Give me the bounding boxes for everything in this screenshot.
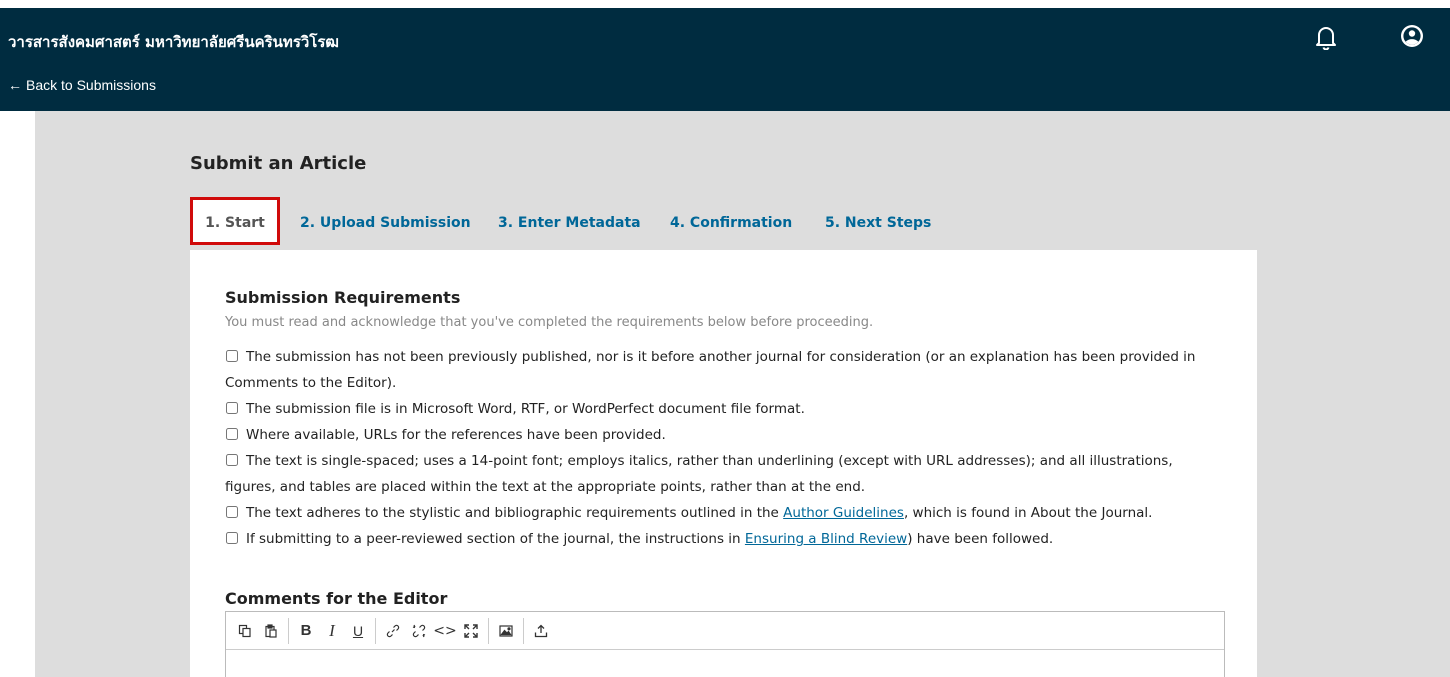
requirement-text: The text is single-spaced; uses a 14-poi… [225, 453, 1173, 495]
fullscreen-icon[interactable] [458, 618, 484, 644]
requirement-text: The submission has not been previously p… [225, 349, 1196, 391]
comments-for-editor-heading: Comments for the Editor [225, 589, 448, 608]
back-link-label: Back to Submissions [26, 77, 156, 93]
requirement-text: If submitting to a peer-reviewed section… [246, 531, 745, 547]
requirement-checkbox-1[interactable] [226, 350, 238, 362]
bold-button[interactable]: B [293, 618, 319, 644]
editor-toolbar: B I U <> [226, 612, 1224, 650]
upload-icon[interactable] [528, 618, 554, 644]
requirement-checkbox-2[interactable] [226, 402, 238, 414]
ensuring-blind-review-link[interactable]: Ensuring a Blind Review [745, 531, 907, 547]
back-to-submissions-link[interactable]: ← Back to Submissions [8, 77, 156, 93]
site-header: วารสารสังคมศาสตร์ มหาวิทยาลัยศรีนครินทรว… [0, 8, 1450, 111]
requirement-item-text-format: The text is single-spaced; uses a 14-poi… [225, 448, 1225, 500]
requirements-checklist: The submission has not been previously p… [225, 344, 1225, 552]
requirement-item-blind-review: If submitting to a peer-reviewed section… [225, 526, 1225, 552]
notifications-bell-icon[interactable] [1314, 24, 1338, 51]
requirement-text: Where available, URLs for the references… [246, 427, 666, 443]
submission-requirements-heading: Submission Requirements [225, 288, 461, 307]
link-icon[interactable] [380, 618, 406, 644]
underline-button[interactable]: U [345, 618, 371, 644]
comments-editor[interactable]: B I U <> [225, 611, 1225, 677]
requirement-item-file-format: The submission file is in Microsoft Word… [225, 396, 1225, 422]
toolbar-divider [488, 617, 489, 644]
tab-upload-submission[interactable]: 2. Upload Submission [300, 197, 471, 245]
requirement-text: ) have been followed. [907, 531, 1054, 547]
toolbar-divider [523, 617, 524, 644]
requirement-text: The text adheres to the stylistic and bi… [246, 505, 784, 521]
tab-confirmation[interactable]: 4. Confirmation [670, 197, 792, 245]
paste-icon[interactable] [258, 618, 284, 644]
requirement-item-not-published: The submission has not been previously p… [225, 344, 1225, 396]
requirement-item-author-guidelines: The text adheres to the stylistic and bi… [225, 500, 1225, 526]
requirement-checkbox-3[interactable] [226, 428, 238, 440]
toolbar-divider [288, 617, 289, 644]
italic-button[interactable]: I [319, 618, 345, 644]
image-icon[interactable] [493, 618, 519, 644]
requirement-item-urls: Where available, URLs for the references… [225, 422, 1225, 448]
requirement-checkbox-6[interactable] [226, 532, 238, 544]
copy-icon[interactable] [232, 618, 258, 644]
requirements-help-text: You must read and acknowledge that you'v… [225, 315, 874, 330]
page-title: Submit an Article [190, 153, 367, 174]
author-guidelines-link[interactable]: Author Guidelines [783, 505, 904, 521]
user-account-icon[interactable] [1400, 24, 1424, 48]
tab-next-steps[interactable]: 5. Next Steps [825, 197, 931, 245]
tab-start[interactable]: 1. Start [190, 197, 280, 245]
site-title[interactable]: วารสารสังคมศาสตร์ มหาวิทยาลัยศรีนครินทรว… [8, 30, 339, 54]
requirement-checkbox-5[interactable] [226, 506, 238, 518]
tab-enter-metadata[interactable]: 3. Enter Metadata [498, 197, 641, 245]
code-button[interactable]: <> [432, 618, 458, 644]
requirement-checkbox-4[interactable] [226, 454, 238, 466]
back-arrow-icon: ← [8, 77, 22, 93]
toolbar-divider [375, 617, 376, 644]
requirement-text: The submission file is in Microsoft Word… [246, 401, 805, 417]
start-step-panel: Submission Requirements You must read an… [190, 250, 1257, 677]
requirement-text: , which is found in About the Journal. [903, 505, 1153, 521]
unlink-icon[interactable] [406, 618, 432, 644]
